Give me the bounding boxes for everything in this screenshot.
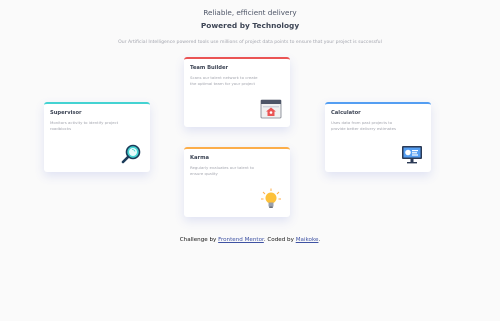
card-description: Scans our talent network to create the o… [190, 75, 258, 86]
card-description: Regularly evaluates our talent to ensure… [190, 165, 254, 176]
footer-middle: . Coded by [263, 237, 294, 243]
lightbulb-icon [261, 188, 281, 208]
footer-suffix: . [318, 237, 321, 243]
author-link[interactable]: Maikoke [296, 237, 319, 243]
card-title: Supervisor [50, 110, 82, 116]
card-karma: Karma Regularly evaluates our talent to … [184, 147, 290, 217]
tagline: Reliable, efficient delivery [203, 8, 297, 17]
page-title: Powered by Technology [200, 21, 300, 30]
footer-prefix: Challenge by [179, 237, 217, 243]
card-calculator: Calculator Uses data from past projects … [325, 102, 431, 172]
card-team-builder: Team Builder Scans our talent network to… [184, 57, 290, 127]
frontend-mentor-link[interactable]: Frontend Mentor [218, 237, 264, 243]
card-title: Calculator [331, 110, 361, 116]
page: Reliable, efficient delivery Powered by … [0, 0, 500, 321]
card-description: Monitors activity to identify project ro… [50, 120, 119, 131]
magnifier-icon [121, 144, 141, 164]
card-description: Uses data from past projects to provide … [331, 120, 396, 131]
card-title: Team Builder [190, 65, 229, 71]
team-builder-icon [260, 99, 282, 119]
footer-attribution: Challenge by Frontend Mentor. Coded by M… [0, 237, 500, 243]
page-description: Our Artificial Intelligence powered tool… [118, 40, 382, 45]
card-title: Karma [190, 155, 209, 161]
card-supervisor: Supervisor Monitors activity to identify… [44, 102, 150, 172]
monitor-calculator-icon [402, 146, 422, 164]
